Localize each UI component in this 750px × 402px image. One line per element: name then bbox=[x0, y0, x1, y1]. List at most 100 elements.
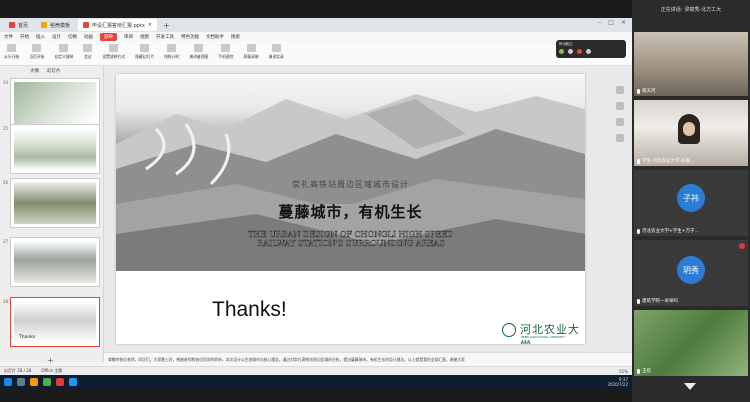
slide-thumbnail[interactable] bbox=[10, 78, 100, 128]
menu-item[interactable]: 动画 bbox=[84, 34, 93, 40]
participant-face bbox=[683, 122, 695, 136]
thumbnail-text: Thanks bbox=[19, 335, 36, 340]
windows-taskbar: 9:37 2020/7/22 bbox=[0, 375, 632, 389]
explorer-icon[interactable] bbox=[30, 378, 38, 386]
close-icon[interactable]: × bbox=[148, 22, 152, 28]
ribbon-label: 手机遥控 bbox=[218, 54, 234, 59]
more-icon[interactable] bbox=[586, 49, 591, 54]
thumbnail-number: 25 bbox=[3, 126, 9, 131]
ribbon-button[interactable]: 手机遥控 bbox=[218, 44, 233, 60]
menu-item[interactable]: 文档助手 bbox=[206, 34, 224, 40]
settings-icon bbox=[109, 44, 119, 52]
speaker-notes[interactable]: 尊敬的各位老师，同学们，大家晚上好，感谢老师和各位同学的聆听，本次设计以生态城市… bbox=[104, 352, 632, 366]
menu-item[interactable]: 切换 bbox=[68, 34, 77, 40]
ribbon-button[interactable]: 自定义放映 bbox=[54, 44, 73, 60]
participant-tile[interactable]: 蒋天河 bbox=[634, 32, 748, 96]
new-tab-button[interactable]: + bbox=[160, 21, 173, 30]
menu-item[interactable]: 开发工具 bbox=[156, 34, 174, 40]
participant-name: 蒋天河 bbox=[642, 89, 656, 94]
mic-icon bbox=[637, 228, 640, 234]
participant-name: 建筑学院一呆呆吗 bbox=[642, 299, 678, 304]
windows-start-icon[interactable] bbox=[4, 378, 12, 386]
menu-item[interactable]: 搜索 bbox=[231, 34, 240, 40]
menu-item[interactable]: 视图 bbox=[140, 34, 149, 40]
slide-thumbnail[interactable] bbox=[10, 178, 100, 228]
participant-tile[interactable]: 子祎 河北农业大学+学生+万子... bbox=[634, 170, 748, 236]
tool-icon[interactable] bbox=[616, 134, 624, 142]
meeting-bar-title: 阿Q触达 bbox=[559, 42, 573, 46]
ribbon-button[interactable]: 会议 bbox=[83, 44, 93, 60]
wps-taskbar-icon[interactable] bbox=[56, 378, 64, 386]
hide-slide-icon bbox=[140, 44, 150, 52]
screen: 首页 稻壳模板 毕设汇报答辩汇报.pptx × + – □ × 文件 开始 插入… bbox=[0, 0, 750, 402]
zoom-level[interactable]: 51% bbox=[619, 369, 628, 374]
menu-item[interactable]: 开始 bbox=[20, 34, 29, 40]
ribbon-label: 隐藏幻灯片 bbox=[135, 54, 155, 59]
participant-tile[interactable]: 王欢 bbox=[634, 310, 748, 376]
participant-tile[interactable]: 学生-河北农业大学-赵嘉... bbox=[634, 100, 748, 166]
mic-icon bbox=[637, 298, 640, 304]
ribbon-label: 自定义放映 bbox=[54, 54, 74, 59]
minimize-icon[interactable]: – bbox=[598, 19, 601, 26]
tab-document[interactable]: 毕设汇报答辩汇报.pptx × bbox=[78, 19, 158, 31]
add-slide-button[interactable]: + bbox=[47, 356, 54, 365]
close-window-icon[interactable]: × bbox=[621, 19, 626, 26]
menu-item[interactable]: 审阅 bbox=[124, 34, 133, 40]
ribbon-label: 演讲者视图 bbox=[189, 54, 209, 59]
tab-outline[interactable]: 大纲 bbox=[30, 68, 39, 74]
play-current-icon bbox=[32, 44, 42, 52]
participant-name: 王欢 bbox=[642, 369, 651, 374]
participant-tile[interactable]: 玥秀 建筑学院一呆呆吗 bbox=[634, 240, 748, 306]
meeting-floating-bar[interactable]: 阿Q触达 bbox=[556, 40, 626, 58]
system-tray[interactable]: 9:37 2020/7/22 bbox=[607, 377, 632, 387]
ribbon-label: 设置放映方式 bbox=[102, 54, 126, 59]
slide-thumbnail[interactable] bbox=[10, 124, 100, 174]
maximize-icon[interactable]: □ bbox=[608, 19, 614, 26]
ribbon-button[interactable]: 排练计时 bbox=[164, 44, 179, 60]
camera-icon[interactable] bbox=[568, 49, 573, 54]
thumbnail-number: 24 bbox=[3, 80, 9, 85]
record-icon bbox=[246, 44, 256, 52]
menu-item-active[interactable]: 放映 bbox=[100, 33, 117, 41]
custom-show-icon bbox=[59, 44, 69, 52]
tab-slides[interactable]: 幻灯片 bbox=[47, 68, 61, 74]
slide-canvas-area: 崇礼高铁站周边区域城市设计 蔓藤城市，有机生长 THE URBAN DESIGN… bbox=[104, 66, 632, 352]
slide-counter: 幻灯片 28 / 28 bbox=[4, 368, 32, 373]
right-side-tools bbox=[616, 86, 628, 142]
tab-home[interactable]: 首页 bbox=[4, 19, 33, 31]
ribbon-label: 从头开始 bbox=[4, 54, 20, 59]
speaking-indicator: 正在讲话: 梁筱秀-北方工大 bbox=[632, 0, 750, 18]
app-icon[interactable] bbox=[43, 378, 51, 386]
ribbon-toolbar: 从头开始 当页开始 自定义放映 会议 设置放映方式 隐藏幻灯片 排练计时 演讲者… bbox=[0, 42, 632, 66]
ribbon-button[interactable]: 演讲者视图 bbox=[189, 44, 208, 60]
tool-icon[interactable] bbox=[616, 118, 624, 126]
ribbon-button[interactable]: 屏幕录制 bbox=[243, 44, 259, 60]
slide-thumbnail[interactable] bbox=[10, 237, 100, 287]
slide-thumbnail-selected[interactable]: Thanks bbox=[10, 297, 100, 347]
ribbon-button[interactable]: 当页开始 bbox=[29, 44, 44, 60]
slide-title: 蔓藤城市，有机生长 bbox=[278, 203, 423, 221]
meeting-app-icon[interactable] bbox=[69, 378, 77, 386]
ribbon-button[interactable]: 设置放映方式 bbox=[102, 44, 125, 60]
mic-icon[interactable] bbox=[559, 49, 564, 54]
ribbon-button[interactable]: 演讲实录 bbox=[269, 44, 284, 60]
tool-icon[interactable] bbox=[616, 86, 624, 94]
ribbon-label: 屏幕录制 bbox=[243, 54, 259, 59]
tool-icon[interactable] bbox=[616, 102, 624, 110]
tab-templates[interactable]: 稻壳模板 bbox=[36, 19, 75, 31]
menu-item[interactable]: 设计 bbox=[52, 34, 61, 40]
menu-item[interactable]: 特色功能 bbox=[181, 34, 199, 40]
slide[interactable]: 崇礼高铁站周边区域城市设计 蔓藤城市，有机生长 THE URBAN DESIGN… bbox=[116, 74, 585, 344]
avatar: 子祎 bbox=[677, 184, 705, 212]
chevron-down-icon[interactable] bbox=[684, 383, 696, 390]
menu-item[interactable]: 插入 bbox=[36, 34, 45, 40]
menu-item[interactable]: 文件 bbox=[4, 34, 13, 40]
slide-thumbnail-panel: 大纲 幻灯片 24 25 26 27 28 Thanks + bbox=[0, 66, 104, 365]
shared-screen: 首页 稻壳模板 毕设汇报答辩汇报.pptx × + – □ × 文件 开始 插入… bbox=[0, 0, 632, 402]
search-icon[interactable] bbox=[17, 378, 25, 386]
stop-share-icon[interactable] bbox=[577, 49, 582, 54]
ribbon-button[interactable]: 隐藏幻灯片 bbox=[135, 44, 154, 60]
speaking-prefix: 正在讲话: bbox=[660, 6, 683, 13]
ribbon-button[interactable]: 从头开始 bbox=[4, 44, 19, 60]
mic-icon bbox=[637, 368, 640, 374]
